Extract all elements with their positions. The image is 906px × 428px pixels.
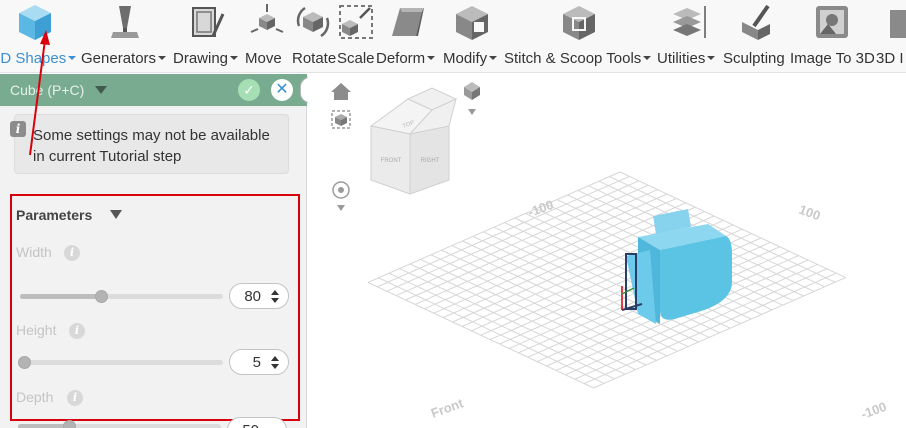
height-value: 5 (252, 354, 261, 371)
panel-header: Cube (P+C) ✓ ✕ (0, 74, 307, 106)
toolbar-item-rotate[interactable]: Rotate (292, 0, 337, 73)
parameters-collapse-icon[interactable] (110, 210, 122, 219)
toolbar-label: 3D Shapes (0, 50, 67, 67)
panel-title: Cube (P+C) (10, 82, 85, 98)
generator-icon (111, 6, 139, 38)
main-toolbar: 3D Shapes Generators Drawing Move (0, 0, 906, 73)
toolbar-item-generators[interactable]: Generators (81, 0, 169, 73)
image-to-3d-icon (816, 6, 848, 38)
3d-icon (890, 10, 906, 38)
depth-slider[interactable] (18, 420, 221, 428)
3d-viewport[interactable]: TOP FRONT RIGHT -100 100 Front -100 (308, 74, 906, 428)
width-slider-fill (20, 294, 102, 299)
stitch-scoop-icon (563, 6, 595, 40)
dropdown-caret-icon (489, 56, 498, 61)
view-presets-icon[interactable] (464, 82, 480, 115)
cube-icon (19, 5, 51, 40)
view-cube-right-label: RIGHT (421, 158, 440, 164)
toolbar-label: Rotate (292, 50, 337, 67)
parameters-title: Parameters (16, 207, 93, 223)
modify-icon (456, 6, 488, 40)
toolbar-label: Stitch & Scoop Tools (504, 50, 642, 67)
height-label: Height (16, 322, 57, 338)
width-slider[interactable] (20, 290, 223, 303)
panel-dropdown-icon[interactable] (95, 86, 107, 94)
width-increment-icon[interactable] (271, 290, 279, 295)
grid-label-right: 100 (797, 202, 823, 224)
depth-input[interactable]: 50 (227, 417, 287, 428)
sculpting-icon (741, 4, 770, 40)
utilities-icon (673, 6, 706, 38)
toolbar-label: Image To 3D (790, 50, 875, 67)
scene-svg: TOP FRONT RIGHT -100 100 Front -100 (331, 82, 889, 422)
rotate-icon (296, 6, 330, 38)
view-cube-front-label: FRONT (381, 158, 402, 164)
toolbar-item-stitch-scoop[interactable]: Stitch & Scoop Tools (504, 0, 654, 73)
dropdown-caret-icon (230, 56, 239, 61)
toolbar-item-move[interactable]: Move (245, 0, 289, 73)
height-increment-icon[interactable] (271, 356, 279, 361)
width-decrement-icon[interactable] (271, 298, 279, 303)
tutorial-info-box: i Some settings may not be available in … (10, 114, 289, 174)
toolbar-label: 3D I (876, 50, 904, 67)
width-info-icon[interactable]: i (64, 245, 80, 261)
toolbar-item-utilities[interactable]: Utilities (657, 0, 721, 73)
depth-info-icon[interactable]: i (67, 390, 83, 406)
width-label: Width (16, 244, 52, 260)
depth-slider-thumb[interactable] (62, 420, 76, 428)
dropdown-caret-icon (158, 56, 167, 61)
toolbar-item-modify[interactable]: Modify (443, 0, 501, 73)
depth-slider-fill (18, 424, 69, 428)
height-decrement-icon[interactable] (271, 364, 279, 369)
toolbar-item-drawing[interactable]: Drawing (173, 0, 241, 73)
info-icon: i (10, 121, 26, 137)
toolbar-label: Sculpting (723, 50, 785, 67)
tutorial-info-text: Some settings may not be available in cu… (33, 127, 270, 165)
toolbar-item-sculpting[interactable]: Sculpting (723, 0, 788, 73)
grid-label-front-right: -100 (859, 399, 889, 422)
toolbar-item-3d[interactable]: 3D I (876, 0, 906, 73)
toolbar-item-deform[interactable]: Deform (376, 0, 440, 73)
toolbar-label: Generators (81, 50, 157, 67)
width-slider-thumb[interactable] (95, 290, 109, 303)
height-info-icon[interactable]: i (69, 323, 85, 339)
width-value: 80 (244, 288, 261, 305)
height-input[interactable]: 5 (229, 349, 289, 375)
width-input[interactable]: 80 (229, 283, 289, 309)
dropdown-caret-icon (643, 56, 652, 61)
toolbar-item-scale[interactable]: Scale (337, 0, 375, 73)
toolbar-label: Move (245, 50, 282, 67)
grid-label-front-left: Front (429, 395, 466, 421)
toolbar-label: Modify (443, 50, 488, 67)
height-slider-thumb[interactable] (18, 356, 32, 369)
dropdown-caret-icon (68, 56, 77, 61)
fit-view-icon[interactable] (331, 110, 351, 129)
drawing-icon (192, 7, 225, 37)
deform-icon (392, 8, 424, 36)
dropdown-caret-icon (707, 56, 716, 61)
home-view-icon[interactable] (331, 83, 351, 100)
dropdown-caret-icon (427, 56, 436, 61)
depth-label: Depth (16, 389, 54, 405)
projection-icon[interactable] (332, 181, 350, 211)
ground-grid (367, 171, 846, 389)
scale-icon (339, 5, 373, 39)
depth-value: 50 (242, 422, 259, 428)
move-icon (250, 4, 284, 33)
toolbar-item-image-to-3d[interactable]: Image To 3D (790, 0, 875, 73)
toolbar-label: Drawing (173, 50, 229, 67)
toolbar-label: Utilities (657, 50, 706, 67)
confirm-button[interactable]: ✓ (238, 79, 260, 101)
parameters-section: Parameters Width i 80 Height i 5 Depth i (10, 194, 300, 421)
toolbar-item-3d-shapes[interactable]: 3D Shapes (0, 0, 78, 73)
close-button[interactable]: ✕ (271, 79, 293, 101)
toolbar-label: Deform (376, 50, 426, 67)
toolbar-label: Scale (337, 50, 375, 67)
view-cube[interactable]: TOP FRONT RIGHT (369, 87, 458, 195)
properties-panel: Cube (P+C) ✓ ✕ i Some settings may not b… (0, 74, 307, 428)
height-slider[interactable] (18, 356, 223, 369)
